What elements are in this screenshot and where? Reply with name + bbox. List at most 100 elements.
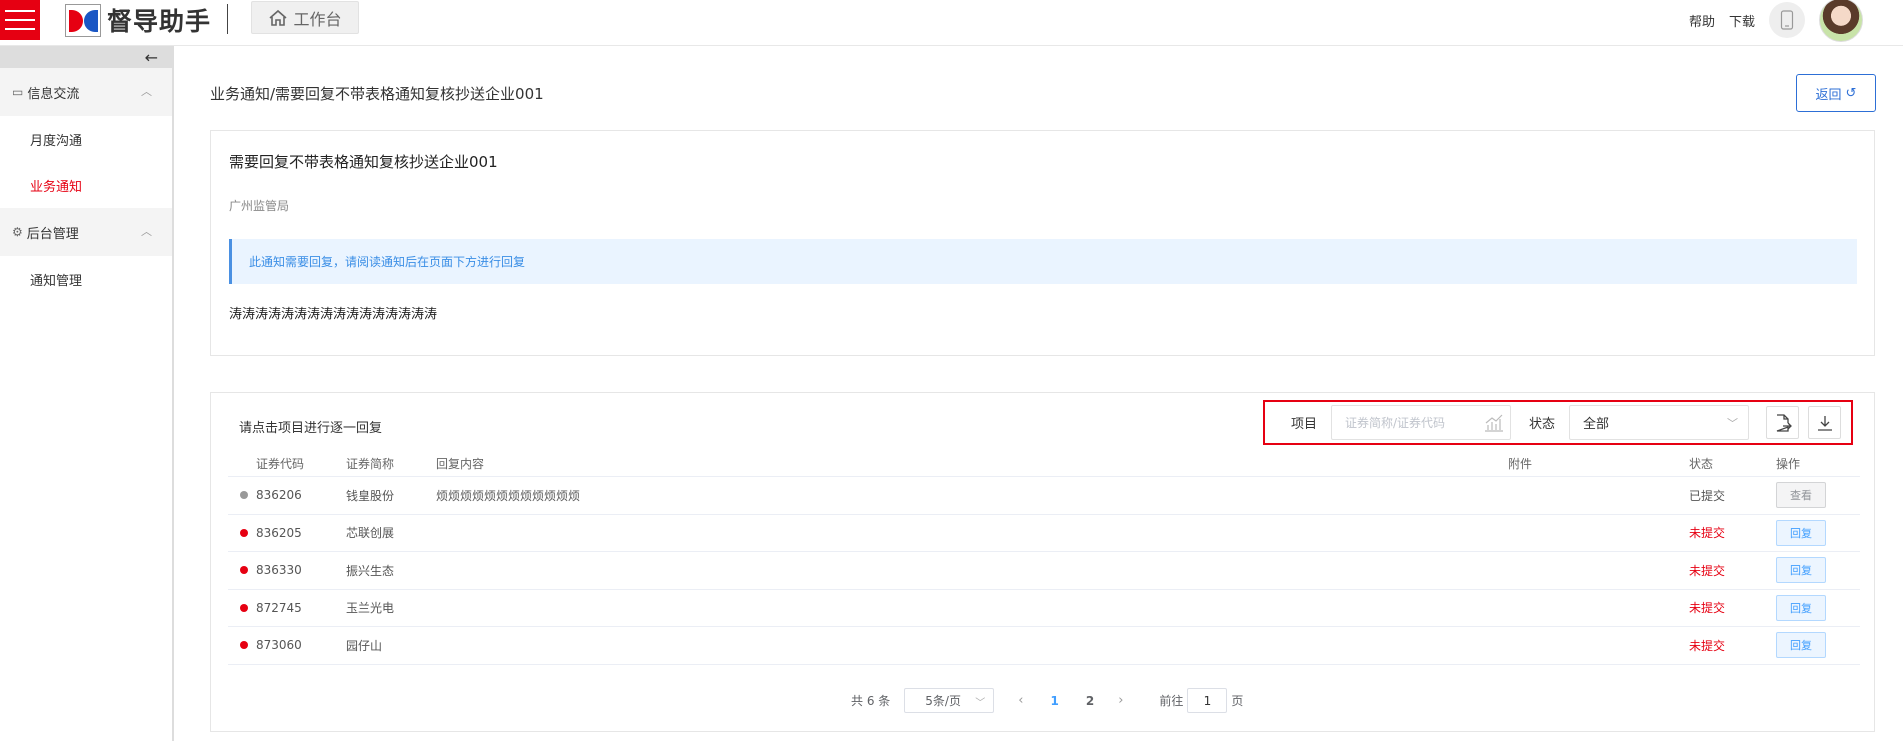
sidebar-group-admin[interactable]: ⚙ 后台管理 ︿ <box>0 208 172 256</box>
row-code: 873060 <box>256 638 302 653</box>
table-row[interactable]: 836330 振兴生态 未提交 回复 <box>228 552 1860 590</box>
header-divider <box>227 4 228 34</box>
reply-button[interactable]: 回复 <box>1776 594 1826 621</box>
project-search-placeholder: 证券简称/证券代码 <box>1345 416 1446 430</box>
col-name: 证券简称 <box>346 457 395 471</box>
table-row[interactable]: 836205 芯联创展 未提交 回复 <box>228 515 1860 552</box>
menu-line <box>5 10 35 12</box>
chevron-down-icon: ﹀ <box>975 698 986 709</box>
row-status: 未提交 <box>1689 526 1726 541</box>
page-number-2[interactable]: 2 <box>1086 694 1094 708</box>
project-filter-label: 项目 <box>1291 417 1318 432</box>
download-button[interactable] <box>1808 406 1842 439</box>
row-name: 钱皇股份 <box>346 488 395 503</box>
top-bar: 督导助手 工作台 帮助 下载 <box>0 0 1903 46</box>
undo-icon: ↺ <box>1845 85 1857 101</box>
sidebar-item-notice-admin[interactable]: 通知管理 <box>0 256 172 302</box>
col-op: 操作 <box>1776 457 1801 471</box>
row-name: 振兴生态 <box>346 563 395 578</box>
row-name: 玉兰光电 <box>346 601 395 616</box>
row-code: 872745 <box>256 600 302 615</box>
row-name: 芯联创展 <box>346 526 395 541</box>
goto-page-input[interactable]: 1 <box>1187 688 1228 713</box>
reply-button[interactable]: 回复 <box>1776 519 1826 546</box>
gear-icon: ⚙ <box>12 225 23 239</box>
back-button[interactable]: 返回 ↺ <box>1796 74 1876 112</box>
table-row[interactable]: 873060 园仔山 未提交 回复 <box>228 627 1860 665</box>
home-icon <box>269 9 288 26</box>
logo-icon <box>65 3 101 37</box>
status-dot <box>240 528 248 537</box>
row-code: 836206 <box>256 488 302 503</box>
prev-page-icon[interactable]: ‹ <box>1018 693 1023 708</box>
project-search-input[interactable]: 证券简称/证券代码 <box>1331 405 1512 440</box>
mobile-phone-icon <box>1780 10 1794 30</box>
status-dot <box>240 491 248 500</box>
view-button[interactable]: 查看 <box>1776 482 1826 508</box>
notice-org: 广州监管局 <box>229 199 290 213</box>
row-status: 未提交 <box>1689 563 1726 578</box>
reply-table: 证券代码 证券简称 回复内容 附件 状态 操作 836206 钱皇股份 烦烦烦烦… <box>228 451 1860 665</box>
col-content: 回复内容 <box>436 457 485 471</box>
header-actions: 帮助 下载 <box>1689 0 1863 42</box>
reply-tip: 请点击项目进行逐一回复 <box>239 421 383 436</box>
back-button-label: 返回 <box>1815 87 1842 103</box>
page-size-value: 5条/页 <box>925 694 961 708</box>
user-avatar[interactable] <box>1819 0 1863 42</box>
sidebar-collapse-bar[interactable]: ← <box>0 46 172 68</box>
notice-card: 需要回复不带表格通知复核抄送企业001 广州监管局 此通知需要回复，请阅读通知后… <box>210 130 1875 356</box>
export-file-icon <box>1776 413 1792 432</box>
goto-label: 前往 <box>1159 694 1184 708</box>
status-filter-label: 状态 <box>1529 417 1556 432</box>
reply-required-alert: 此通知需要回复，请阅读通知后在页面下方进行回复 <box>229 239 1857 284</box>
row-name: 园仔山 <box>346 638 383 653</box>
status-select-value: 全部 <box>1583 417 1610 432</box>
sidebar-group-info[interactable]: ▭ 信息交流 ︿ <box>0 68 172 116</box>
app-name: 督导助手 <box>107 7 212 36</box>
home-tab-label: 工作台 <box>293 9 342 29</box>
arrow-left-icon[interactable]: ← <box>145 48 158 67</box>
filter-toolbar: 项目 证券简称/证券代码 状态 全部 ﹀ <box>1263 400 1853 445</box>
chevron-down-icon: ﹀ <box>1727 417 1739 430</box>
row-code: 836205 <box>256 525 302 540</box>
status-dot <box>240 603 248 612</box>
row-code: 836330 <box>256 563 302 578</box>
status-select[interactable]: 全部 ﹀ <box>1569 405 1750 440</box>
row-status: 已提交 <box>1689 488 1726 503</box>
status-dot <box>240 641 248 650</box>
status-dot <box>240 566 248 575</box>
sidebar-group-label: 信息交流 <box>27 86 80 102</box>
menu-toggle-button[interactable] <box>0 0 40 40</box>
chevron-up-icon: ︿ <box>141 85 152 98</box>
breadcrumb: 业务通知/需要回复不带表格通知复核抄送企业001 <box>210 85 544 103</box>
sidebar: ← ▭ 信息交流 ︿ 月度沟通 业务通知 ⚙ 后台管理 ︿ 通知管理 <box>0 46 174 741</box>
row-content: 烦烦烦烦烦烦烦烦烦烦烦烦 <box>436 488 581 503</box>
page-size-select[interactable]: 5条/页 ﹀ <box>904 688 995 713</box>
sidebar-group-label: 后台管理 <box>26 226 79 242</box>
page-number-1[interactable]: 1 <box>1050 694 1058 708</box>
reply-button[interactable]: 回复 <box>1776 557 1826 583</box>
table-row[interactable]: 872745 玉兰光电 未提交 回复 <box>228 590 1860 627</box>
message-icon: ▭ <box>12 85 24 99</box>
col-code: 证券代码 <box>256 457 305 471</box>
table-row[interactable]: 836206 钱皇股份 烦烦烦烦烦烦烦烦烦烦烦烦 已提交 查看 <box>228 477 1860 515</box>
notice-title: 需要回复不带表格通知复核抄送企业001 <box>229 153 498 171</box>
help-link[interactable]: 帮助 <box>1689 11 1715 30</box>
download-icon <box>1817 415 1832 431</box>
home-tab[interactable]: 工作台 <box>251 1 359 34</box>
chevron-up-icon: ︿ <box>141 225 152 238</box>
export-button[interactable] <box>1766 406 1800 439</box>
col-status: 状态 <box>1689 457 1714 471</box>
pagination-total: 共 6 条 <box>851 694 891 708</box>
goto-unit: 页 <box>1231 694 1244 708</box>
col-attach: 附件 <box>1508 457 1533 471</box>
app-logo[interactable]: 督导助手 <box>65 2 211 38</box>
sidebar-item-monthly[interactable]: 月度沟通 <box>0 116 172 162</box>
sidebar-item-business-notice[interactable]: 业务通知 <box>0 162 172 208</box>
download-link[interactable]: 下载 <box>1729 11 1755 30</box>
menu-line <box>5 19 35 21</box>
next-page-icon[interactable]: › <box>1118 693 1123 708</box>
row-status: 未提交 <box>1689 638 1726 653</box>
reply-button[interactable]: 回复 <box>1776 632 1826 658</box>
mobile-button[interactable] <box>1769 2 1805 38</box>
